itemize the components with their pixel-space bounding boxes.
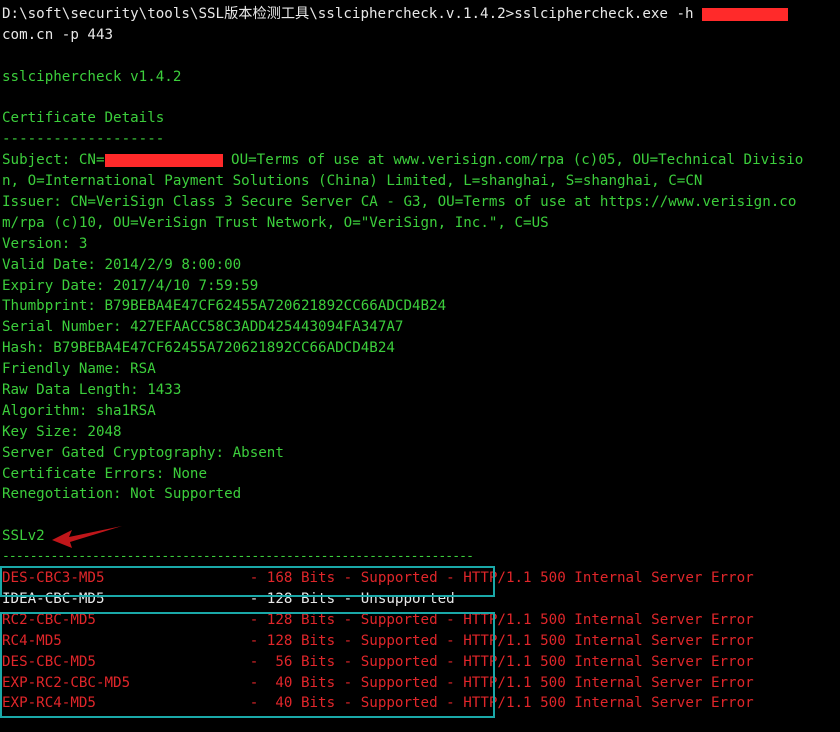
detail-serial-number: Serial Number: 427EFAACC58C3ADD425443094… [2,319,404,336]
redacted-subject-cn [104,153,223,167]
detail-valid-date: Valid Date: 2014/2/9 8:00:00 [2,256,242,273]
subject-line-1: Subject: CN= OU=Terms of use at www.veri… [2,150,838,171]
detail-thumbprint: Thumbprint: B79BEBA4E47CF62455A720621892… [2,298,447,315]
issuer-line-2: m/rpa (c)10, OU=VeriSign Trust Network, … [2,214,549,231]
command-line-2: com.cn -p 443 [2,26,114,43]
detail-renegotiation: Renegotiation: Not Supported [2,486,242,503]
issuer-line-1: Issuer: CN=VeriSign Class 3 Secure Serve… [2,194,797,211]
console-output[interactable]: D:\soft\security\tools\SSL版本检测工具\sslciph… [2,4,838,714]
certificate-heading: Certificate Details [2,110,165,127]
subject-prefix: Subject: CN= [2,152,105,169]
redacted-hostname [702,7,789,21]
detail-expiry-date: Expiry Date: 2017/4/10 7:59:59 [2,277,259,294]
detail-version: Version: 3 [2,235,88,252]
highlight-box-des-cbc3 [0,566,495,597]
annotation-arrow-icon [52,526,122,548]
detail-certificate-errors: Certificate Errors: None [2,465,207,482]
detail-key-size: Key Size: 2048 [2,423,122,440]
detail-algorithm: Algorithm: sha1RSA [2,402,156,419]
tool-version-line: sslciphercheck v1.4.2 [2,68,182,85]
certificate-heading-rule: ------------------- [2,131,165,148]
detail-friendly-name: Friendly Name: RSA [2,361,156,378]
subject-rest: OU=Terms of use at www.verisign.com/rpa … [222,152,804,169]
detail-raw-data-length: Raw Data Length: 1433 [2,382,182,399]
command-text: D:\soft\security\tools\SSL版本检测工具\sslciph… [2,6,703,22]
highlight-box-weak-ciphers [0,612,495,718]
sslv2-heading: SSLv2 [2,528,45,545]
detail-server-gated-cryptography: Server Gated Cryptography: Absent [2,444,284,461]
detail-hash: Hash: B79BEBA4E47CF62455A720621892CC66AD… [2,340,395,357]
subject-line-2: n, O=International Payment Solutions (Ch… [2,173,703,190]
command-line-1: D:\soft\security\tools\SSL版本检测工具\sslciph… [2,4,838,25]
sslv2-heading-rule: ----------------------------------------… [2,549,474,565]
